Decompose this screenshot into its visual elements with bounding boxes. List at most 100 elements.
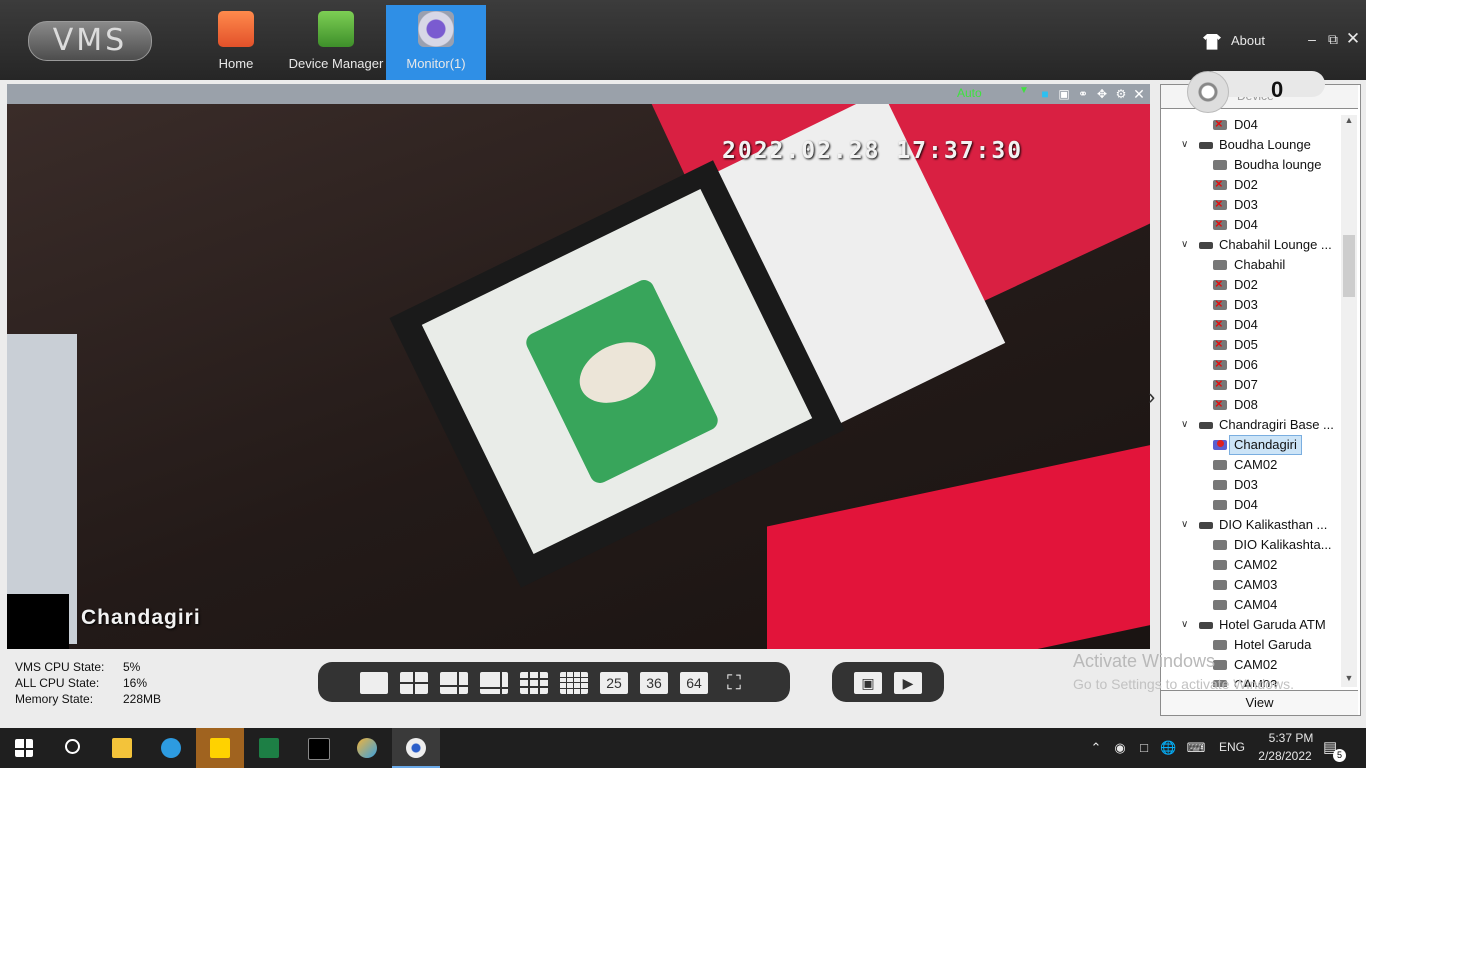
network-globe-icon[interactable]: 🌐 xyxy=(1160,740,1176,756)
tree-camera[interactable]: D04 xyxy=(1163,314,1340,335)
scroll-up-icon[interactable]: ▲ xyxy=(1341,115,1357,129)
taskbar-file-explorer[interactable] xyxy=(98,728,146,768)
tree-camera[interactable]: CAM02 xyxy=(1163,555,1340,575)
taskbar-excel[interactable] xyxy=(245,728,293,768)
collapse-panel-icon[interactable]: › xyxy=(1148,384,1160,410)
tree-camera[interactable]: D04 xyxy=(1163,495,1340,515)
close-video-icon[interactable]: ✕ xyxy=(1132,87,1146,101)
tree-group[interactable]: ∨ Chabahil Lounge ... xyxy=(1163,235,1340,255)
layout-6-icon[interactable] xyxy=(440,672,468,694)
tree-camera[interactable]: D06 xyxy=(1163,354,1340,375)
tree-camera[interactable]: D05 xyxy=(1163,334,1340,355)
scroll-down-icon[interactable]: ▼ xyxy=(1341,673,1357,687)
vms-tray-icon[interactable]: ◉ xyxy=(1112,740,1128,756)
nav-monitor-button[interactable]: Monitor(1) xyxy=(386,5,486,80)
headphones-icon[interactable]: ⚭ xyxy=(1076,87,1090,101)
tree-camera[interactable]: Chabahil xyxy=(1163,255,1340,275)
layout-36-button[interactable]: 36 xyxy=(640,672,668,694)
color-adjust-icon[interactable]: ⚙ xyxy=(1114,87,1128,101)
tree-group[interactable]: ∨ Chandragiri Base ... xyxy=(1163,415,1340,435)
clock-date[interactable]: 2/28/2022 xyxy=(1254,749,1316,763)
about-button[interactable]: About xyxy=(1203,30,1265,52)
chevron-down-icon[interactable]: ∨ xyxy=(1181,515,1193,535)
close-icon[interactable]: ✕ xyxy=(1345,30,1361,47)
save-layout-icon[interactable]: ▣ xyxy=(854,672,882,694)
nav-home-button[interactable]: Home xyxy=(186,5,286,80)
tree-camera-label: D02 xyxy=(1234,277,1258,292)
tree-group[interactable]: ∨ Boudha Lounge xyxy=(1163,135,1340,155)
tree-camera[interactable]: CAM03 xyxy=(1163,575,1340,595)
snapshot-icon[interactable]: ▣ xyxy=(1057,87,1071,101)
fullscreen-icon[interactable]: ⛶ xyxy=(720,672,748,694)
layout-4-icon[interactable] xyxy=(400,672,428,694)
tree-camera[interactable]: DIO Kalikashta... xyxy=(1163,535,1340,555)
tree-camera[interactable]: D04 xyxy=(1163,214,1340,235)
tree-camera[interactable]: D03 xyxy=(1163,475,1340,495)
title-bar: VMS Home Device Manager Monitor(1) About… xyxy=(0,0,1366,80)
chevron-down-icon[interactable]: ∨ xyxy=(1181,415,1193,435)
taskbar-internet-explorer[interactable] xyxy=(147,728,195,768)
tree-camera[interactable]: Boudha lounge xyxy=(1163,155,1340,175)
start-button[interactable] xyxy=(0,728,48,768)
layout-25-button[interactable]: 25 xyxy=(600,672,628,694)
chevron-up-icon[interactable]: ⌃ xyxy=(1088,740,1104,756)
tree-camera[interactable]: D02 xyxy=(1163,174,1340,195)
tree-group-label: Hotel Garuda ATM xyxy=(1219,617,1326,632)
taskbar-terminal[interactable] xyxy=(294,728,342,768)
connection-count: 0 xyxy=(1271,77,1284,102)
tree-camera[interactable]: D02 xyxy=(1163,274,1340,295)
tree-scrollbar[interactable]: ▲ ▼ xyxy=(1341,115,1357,687)
taskbar-sticky-notes[interactable] xyxy=(196,728,244,768)
clock-time[interactable]: 5:37 PM xyxy=(1260,731,1322,745)
nav-device-manager-button[interactable]: Device Manager xyxy=(286,5,386,80)
action-toolbar: ▣ ▶ xyxy=(832,662,944,702)
layout-1-icon[interactable] xyxy=(360,672,388,694)
layout-8-icon[interactable] xyxy=(480,672,508,694)
ptz-move-icon[interactable]: ✥ xyxy=(1095,87,1109,101)
chevron-down-icon[interactable]: ▼ xyxy=(1019,85,1029,96)
tree-camera-selected[interactable]: Chandagiri xyxy=(1163,435,1340,455)
record-camera-icon[interactable]: ■ xyxy=(1038,87,1052,101)
folder-icon xyxy=(112,738,132,758)
device-tree: D04 ∨ Boudha Lounge Boudha lounge D02 D03 D04 ∨… xyxy=(1163,115,1340,687)
taskbar-paint[interactable] xyxy=(343,728,391,768)
tree-camera-label: Hotel Garuda xyxy=(1234,637,1312,652)
scroll-thumb[interactable] xyxy=(1343,235,1355,297)
keyboard-icon[interactable]: ⌨ xyxy=(1185,740,1207,756)
vpn-tray-icon[interactable]: □ xyxy=(1136,740,1152,756)
stream-mode-select[interactable]: Auto xyxy=(957,86,982,100)
camera-offline-icon xyxy=(1213,334,1227,354)
tree-camera[interactable]: D04 xyxy=(1163,115,1340,135)
input-language[interactable]: ENG xyxy=(1219,740,1245,754)
tree-camera[interactable]: CAM02 xyxy=(1163,455,1340,475)
camera-icon xyxy=(1213,500,1227,510)
layout-9-icon[interactable] xyxy=(520,672,548,694)
layout-64-button[interactable]: 64 xyxy=(680,672,708,694)
tree-camera[interactable]: D03 xyxy=(1163,294,1340,315)
tree-camera[interactable]: D08 xyxy=(1163,394,1340,415)
tree-camera-label: CAM02 xyxy=(1234,557,1278,572)
view-button[interactable]: View xyxy=(1161,690,1358,715)
search-button[interactable] xyxy=(48,728,96,768)
video-pane[interactable]: 2022.02.28 17:37:30 Chandagiri Auto ▼ ■ … xyxy=(7,84,1150,649)
layout-16-icon[interactable] xyxy=(560,672,588,694)
tree-camera-label: D04 xyxy=(1234,317,1258,332)
chevron-down-icon[interactable]: ∨ xyxy=(1181,235,1193,255)
tree-camera-label: Chandagiri xyxy=(1229,435,1302,455)
tree-group[interactable]: ∨ Hotel Garuda ATM xyxy=(1163,615,1340,635)
camera-icon xyxy=(1213,440,1227,450)
tree-camera[interactable]: D07 xyxy=(1163,374,1340,395)
minimize-icon[interactable]: – xyxy=(1304,31,1320,47)
tree-camera[interactable]: CAM04 xyxy=(1163,595,1340,615)
playback-icon[interactable]: ▶ xyxy=(894,672,922,694)
chevron-down-icon[interactable]: ∨ xyxy=(1181,135,1193,155)
chevron-down-icon[interactable]: ∨ xyxy=(1181,615,1193,635)
tree-camera-label: D04 xyxy=(1234,217,1258,232)
taskbar-vms[interactable] xyxy=(392,728,440,768)
microphone-icon[interactable] xyxy=(1187,71,1229,113)
tree-group[interactable]: ∨ DIO Kalikasthan ... xyxy=(1163,515,1340,535)
tree-group-label: Chabahil Lounge ... xyxy=(1219,237,1332,252)
restore-icon[interactable]: ⧉ xyxy=(1325,31,1341,47)
tree-camera[interactable]: D03 xyxy=(1163,194,1340,215)
camera-icon xyxy=(1213,540,1227,550)
